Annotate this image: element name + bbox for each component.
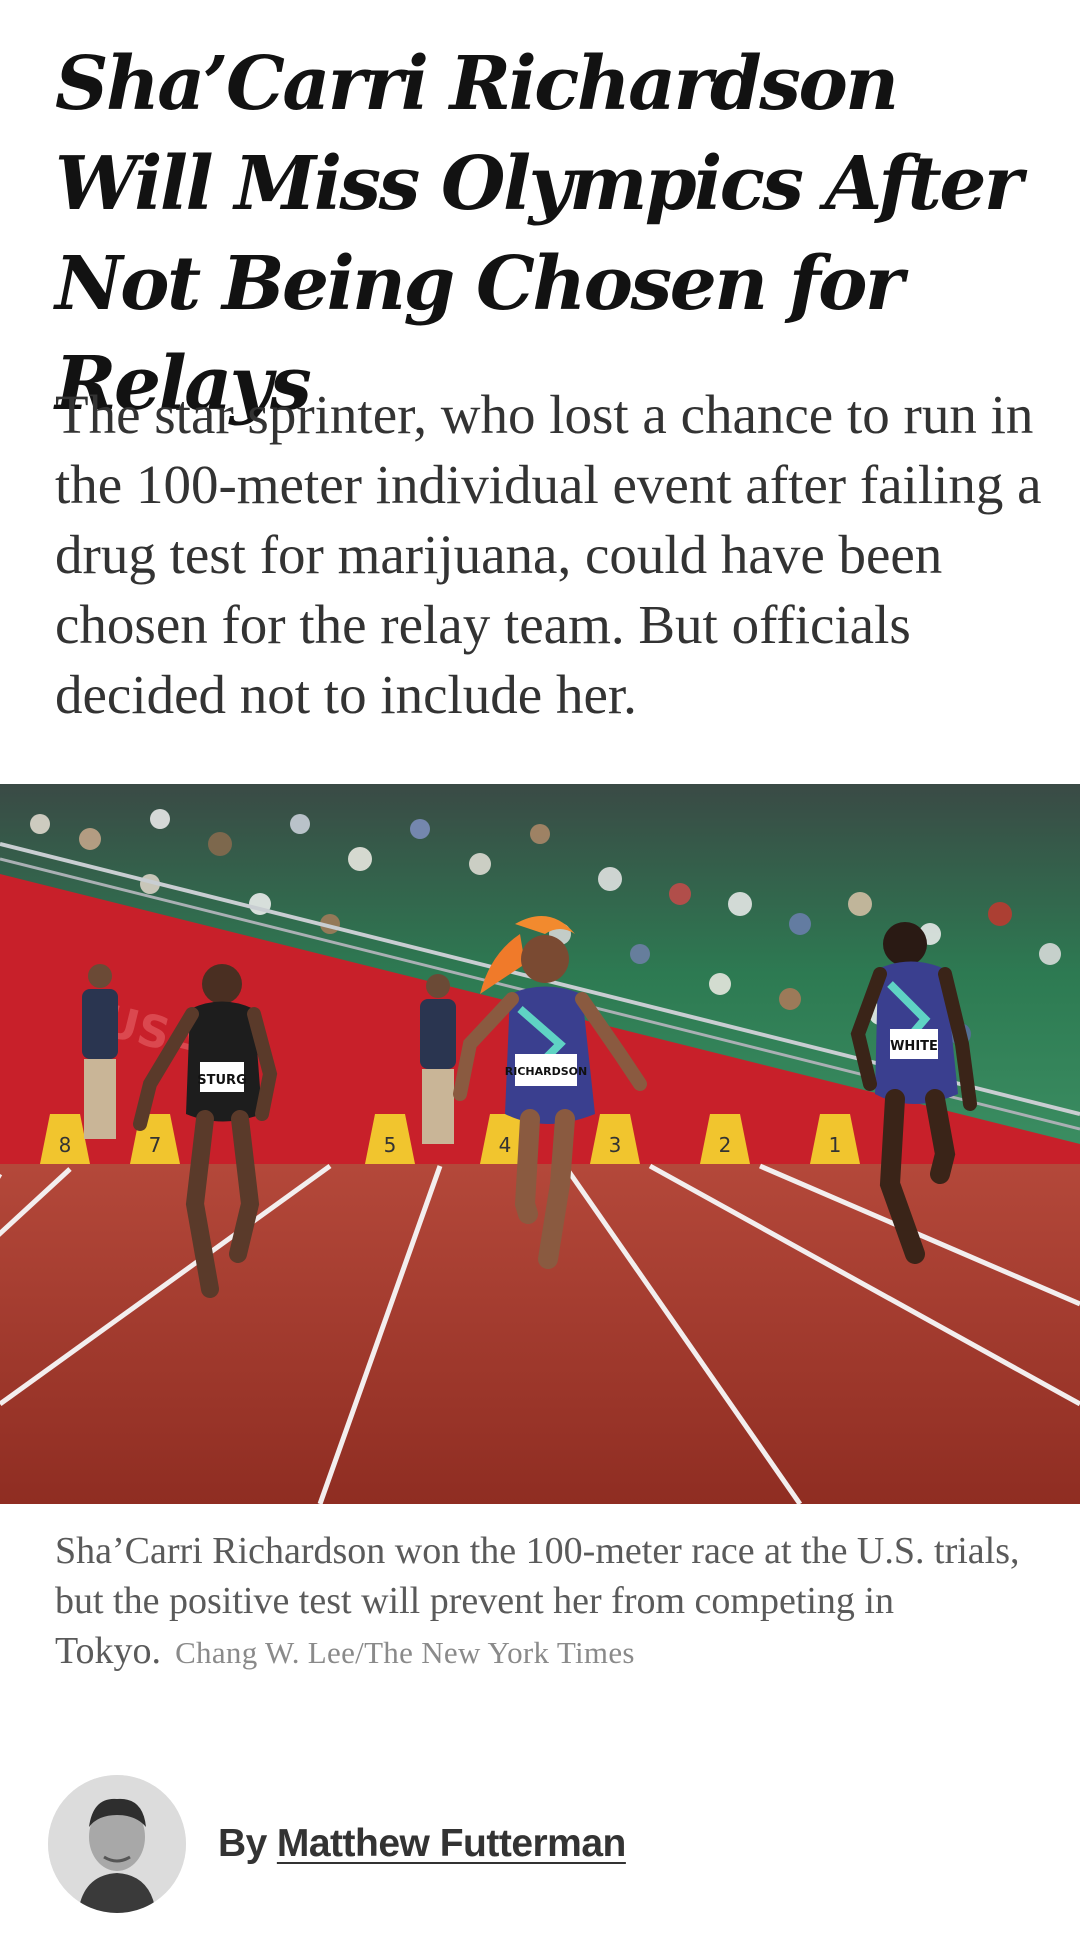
author-avatar[interactable] — [48, 1775, 186, 1913]
headline: Sha’Carri Richardson Will Miss Olympics … — [55, 41, 1023, 427]
lane-marker-1: 1 — [829, 1133, 842, 1157]
article-photo: USATF 8 7 5 4 3 2 1 STURG RICHARDSON WHI… — [0, 784, 1080, 1504]
lane-marker-7: 7 — [149, 1133, 162, 1157]
photo-caption: Sha’Carri Richardson won the 100-meter r… — [55, 1526, 1045, 1678]
byline-text: By Matthew Futterman — [218, 1822, 626, 1866]
summary: The star sprinter, who lost a chance to … — [55, 384, 1042, 725]
lane-marker-5: 5 — [384, 1133, 397, 1157]
lane-marker-3: 3 — [609, 1133, 622, 1157]
lane-marker-2: 2 — [719, 1133, 732, 1157]
author-link[interactable]: Matthew Futterman — [277, 1822, 627, 1865]
bib-richardson: RICHARDSON — [505, 1065, 587, 1078]
byline-prefix: By — [218, 1822, 267, 1865]
lane-marker-4: 4 — [499, 1133, 512, 1157]
byline: By Matthew Futterman — [48, 1774, 1048, 1914]
bib-sturg: STURG — [197, 1073, 246, 1088]
photo-credit: Chang W. Lee/The New York Times — [175, 1635, 635, 1670]
bib-white: WHITE — [890, 1039, 938, 1054]
lane-marker-8: 8 — [59, 1133, 72, 1157]
